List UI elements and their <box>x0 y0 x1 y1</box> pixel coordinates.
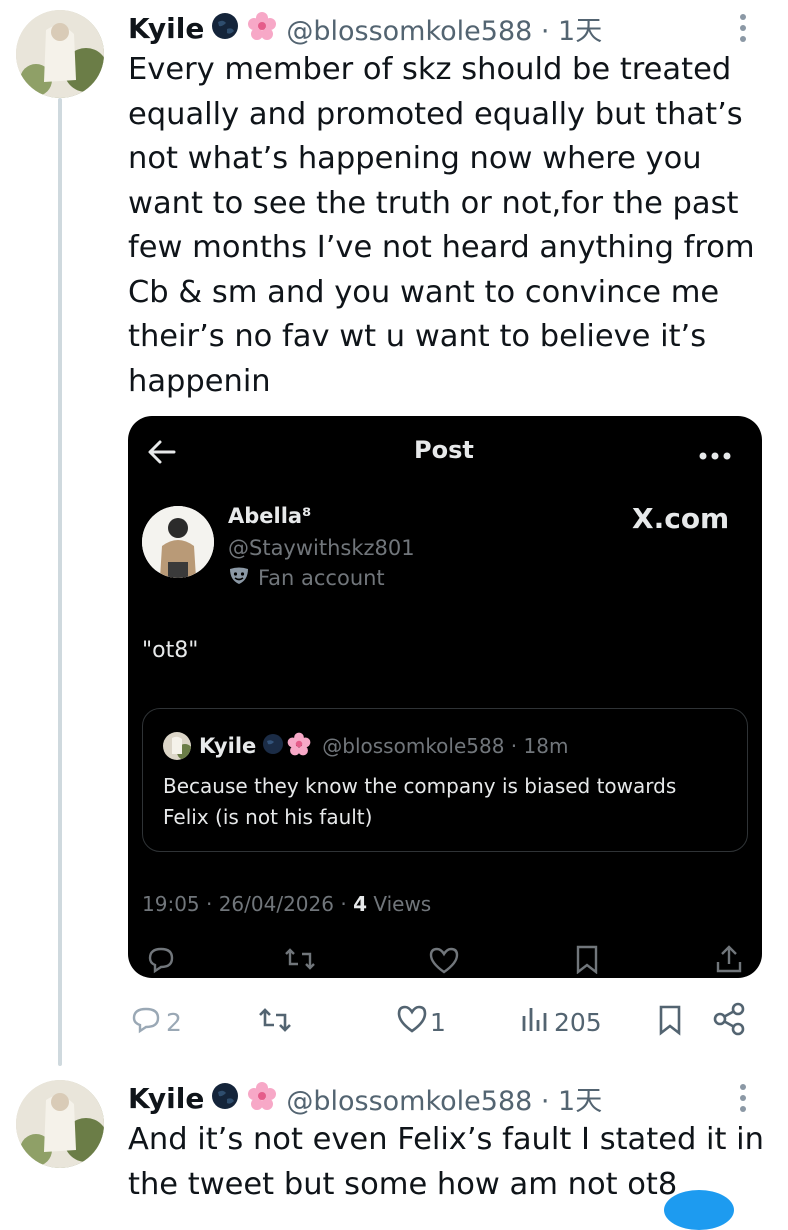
fan-account-text: Fan account <box>258 566 385 590</box>
like-button[interactable]: 1 <box>396 1004 446 1040</box>
author-handle[interactable]: @blossomkole588 · 1天 <box>286 9 602 48</box>
author-name[interactable]: Kyile <box>128 12 204 45</box>
more-horizontal-icon <box>698 446 732 465</box>
share-icon <box>714 944 744 978</box>
embed-author-name: Abella⁸ <box>228 504 312 528</box>
tweet-text-line: want to see the truth or not,for the pas… <box>128 185 739 221</box>
fan-account-label: Fan account <box>228 566 385 590</box>
bookmark-button[interactable] <box>656 1004 684 1040</box>
quoted-text-line: Because they know the company is biased … <box>163 774 677 798</box>
quoted-text-line: Felix (is not his fault) <box>163 805 373 829</box>
quoted-post: Kyile @blossomkole588 · 18m Because they… <box>142 708 748 852</box>
avatar[interactable] <box>16 10 104 98</box>
repost-icon <box>284 946 316 976</box>
avatar[interactable] <box>16 1080 104 1168</box>
post-view-count: 4 <box>353 892 367 916</box>
post-meta: 19:05 · 26/04/2026 · 4 Views <box>142 892 431 916</box>
tweet-text-line: Every member of skz should be treated <box>128 52 732 87</box>
repost-button[interactable] <box>258 1006 292 1040</box>
dark-globe-icon <box>210 1081 240 1115</box>
reply-icon <box>146 944 176 978</box>
like-count: 1 <box>430 1007 446 1037</box>
quoted-avatar <box>163 732 191 760</box>
bookmark-icon <box>574 944 600 978</box>
tweet-text-line: happenin <box>128 363 271 399</box>
tweet-text: Every member of skz should be treated eq… <box>128 48 768 404</box>
scroll-to-top-button[interactable] <box>664 1190 734 1230</box>
quoted-author-handle: @blossomkole588 · 18m <box>322 734 569 758</box>
tweet-text-line: few months I’ve not heard anything from <box>128 230 755 265</box>
tweet-text-line: their’s no fav wt u want to believe it’s <box>128 319 707 354</box>
quoted-author-name: Kyile <box>199 734 257 758</box>
tweet-text-line: Cb & sm and you want to convince me <box>128 274 720 310</box>
author-name[interactable]: Kyile <box>128 1082 204 1115</box>
views-button[interactable]: 205 <box>520 1004 602 1040</box>
cherry-blossom-icon <box>246 1080 278 1116</box>
reply-button[interactable]: 2 <box>130 1004 182 1040</box>
thread-line <box>58 98 62 1066</box>
more-options-icon[interactable] <box>736 12 750 48</box>
tweet-header: Kyile @blossomkole588 · 1天 <box>128 8 602 48</box>
post-timestamp: 19:05 · 26/04/2026 · <box>142 892 354 916</box>
like-icon <box>428 946 460 978</box>
theater-mask-icon <box>228 566 250 590</box>
quoted-post-header: Kyile @blossomkole588 · 18m <box>163 731 568 761</box>
tweet-text-line: not what’s happening now where you <box>128 141 702 176</box>
embed-author-avatar <box>142 506 214 578</box>
embed-post-text: "ot8" <box>142 638 199 663</box>
post-header-title: Post <box>414 436 474 464</box>
reply-icon <box>130 1004 162 1040</box>
analytics-icon <box>520 1004 550 1040</box>
reply-count: 2 <box>166 1007 182 1037</box>
dark-globe-icon <box>262 733 284 759</box>
quoted-post-text: Because they know the company is biased … <box>163 771 676 833</box>
cherry-blossom-icon <box>246 10 278 46</box>
x-watermark: X.com <box>632 502 730 535</box>
embed-author-handle: @Staywithskz801 <box>228 536 415 560</box>
views-count: 205 <box>554 1007 602 1037</box>
tweet-text-line: equally and promoted equally but that’s <box>128 96 743 132</box>
author-handle[interactable]: @blossomkole588 · 1天 <box>286 1079 602 1118</box>
attached-image[interactable]: Post Abella⁸ @Staywithskz801 Fan account… <box>128 416 762 978</box>
post-views-label: Views <box>366 892 432 916</box>
dark-globe-icon <box>210 11 240 45</box>
share-button[interactable] <box>712 1002 746 1040</box>
repost-icon <box>258 1006 292 1040</box>
tweet-header: Kyile @blossomkole588 · 1天 <box>128 1078 602 1118</box>
cherry-blossom-icon <box>286 731 312 761</box>
more-options-icon[interactable] <box>736 1082 750 1118</box>
tweet-text-line: And it’s not even Felix’s fault I stated… <box>128 1122 764 1157</box>
tweet-text: And it’s not even Felix’s fault I stated… <box>128 1118 768 1207</box>
back-arrow-icon <box>146 438 176 470</box>
like-icon <box>396 1004 428 1040</box>
